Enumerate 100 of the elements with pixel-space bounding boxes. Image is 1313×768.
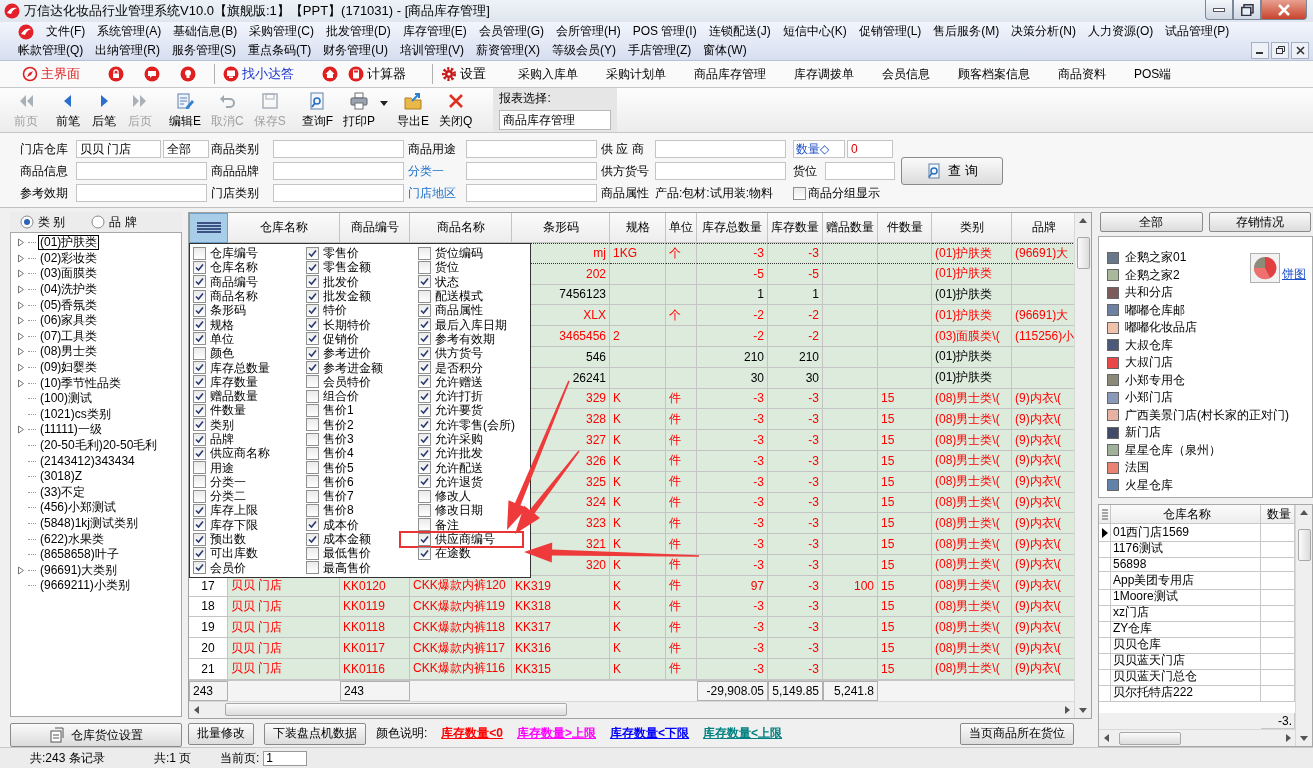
checkbox[interactable] (193, 260, 206, 274)
scroll-thumb[interactable] (225, 703, 567, 717)
tree-item[interactable]: (2143412)343434 (38, 453, 137, 469)
option-label[interactable]: 组合价 (323, 389, 359, 404)
input-field[interactable] (466, 184, 597, 202)
checkbox[interactable] (193, 275, 206, 289)
expand-icon[interactable] (17, 238, 26, 248)
tree-item[interactable]: (1021)cs类别 (38, 406, 113, 422)
option-label[interactable]: 单位 (210, 331, 234, 346)
tree-item[interactable]: (3018)Z (38, 469, 85, 485)
checkbox[interactable] (306, 303, 319, 317)
tree-item[interactable]: (8658658)叶子 (38, 547, 121, 563)
menu-item[interactable]: 库存管理(E) (402, 23, 467, 40)
checkbox[interactable] (306, 246, 319, 260)
checkbox[interactable] (193, 561, 206, 575)
expand-icon[interactable] (17, 331, 26, 341)
option-label[interactable]: 库存下限 (210, 517, 258, 532)
option-label[interactable]: 预出数 (210, 532, 246, 547)
report-select-field[interactable]: 商品库存管理 (499, 110, 612, 130)
expand-icon[interactable] (17, 316, 26, 326)
checkbox[interactable] (418, 375, 431, 389)
table-row[interactable]: 贝尔托特店222 (1099, 684, 1296, 700)
option-label[interactable]: 促销价 (323, 331, 359, 346)
menu-item[interactable]: 财务管理(U) (323, 42, 388, 59)
option-label[interactable]: 备注 (435, 517, 459, 532)
dropdown-caret-icon[interactable] (380, 100, 389, 106)
option-label[interactable]: 库存数量 (210, 374, 258, 389)
toolbar-button[interactable]: 主界面 (38, 65, 98, 83)
scroll-thumb[interactable] (1119, 731, 1181, 745)
input-field[interactable] (655, 162, 786, 180)
tree-item[interactable]: (05)香氛类 (38, 297, 100, 313)
table-row[interactable]: App美团专用店 (1099, 572, 1296, 588)
tree-item[interactable]: (9669211)小类别 (38, 578, 132, 594)
table-row[interactable]: 1Moore测试 (1099, 588, 1296, 604)
toolbar-button[interactable]: 编辑E (164, 90, 206, 130)
checkbox[interactable] (306, 418, 319, 432)
menu-item[interactable]: 促销管理(L) (858, 23, 922, 40)
table-row[interactable]: 贝贝蓝天门店 (1099, 652, 1296, 668)
menu-item[interactable]: 培训管理(V) (400, 42, 464, 59)
action-button[interactable]: 下装盘点机数据 (264, 722, 366, 745)
menu-item[interactable]: 人力资源(O) (1088, 23, 1154, 40)
color-legend-link[interactable]: 库存数量<0 (441, 725, 504, 743)
checkbox[interactable] (418, 446, 431, 460)
toolbar-button[interactable]: 后笔 (86, 90, 122, 130)
checkbox[interactable] (306, 475, 319, 489)
checkbox[interactable] (418, 361, 431, 374)
minimize-button[interactable] (1205, 0, 1233, 20)
checkbox[interactable] (193, 403, 206, 417)
menu-item[interactable]: 采购管理(C) (249, 23, 314, 40)
option-label[interactable]: 零售价 (323, 246, 359, 261)
toolbar-button[interactable]: 关闭Q (434, 90, 478, 130)
input-field[interactable] (466, 162, 597, 180)
shortcut-button[interactable]: 采购计划单 (592, 65, 680, 83)
shortcut-button[interactable]: 采购入库单 (504, 65, 592, 83)
close-button[interactable] (1261, 0, 1307, 20)
option-label[interactable]: 商品属性 (435, 303, 483, 318)
checkbox[interactable] (193, 246, 206, 260)
option-label[interactable]: 货位编码 (435, 246, 483, 261)
checkbox[interactable] (306, 504, 319, 517)
checkbox[interactable] (193, 318, 206, 332)
menu-item[interactable]: 连锁配送(J) (708, 23, 771, 40)
compass-icon[interactable] (22, 66, 38, 82)
checkbox[interactable] (306, 346, 319, 360)
menu-item[interactable]: 帐款管理(Q) (18, 42, 84, 59)
checkbox[interactable] (418, 489, 431, 503)
expand-icon[interactable] (17, 363, 26, 373)
table-row[interactable]: xz门店 (1099, 604, 1296, 620)
tree-item[interactable]: (20-50毛利)20-50毛利 (38, 438, 160, 453)
tree-item[interactable]: (33)不定 (38, 484, 88, 500)
input-field[interactable] (655, 140, 786, 158)
checkbox[interactable] (306, 275, 319, 289)
option-label[interactable]: 仓库编号 (210, 246, 258, 261)
checkbox[interactable] (418, 346, 431, 360)
checkbox[interactable] (418, 504, 431, 517)
option-label[interactable]: 赠品数量 (210, 389, 258, 404)
checkbox[interactable] (306, 446, 319, 460)
expand-icon[interactable] (17, 378, 26, 388)
checkbox[interactable] (193, 418, 206, 432)
option-label[interactable]: 允许打折 (435, 389, 483, 404)
menu-item[interactable]: POS 管理(I) (632, 23, 697, 40)
warehouse-location-button[interactable]: 仓库货位设置 (10, 723, 182, 747)
action-button[interactable]: 批量修改 (188, 722, 254, 745)
tree-item[interactable]: (03)面膜类 (38, 266, 100, 282)
menu-item[interactable]: 决策分析(N) (1011, 23, 1077, 40)
mdi-minimize-button[interactable] (1251, 42, 1269, 59)
toolbar-button[interactable]: 前笔 (50, 90, 86, 130)
menu-item[interactable]: 会所管理(H) (556, 23, 621, 40)
shortcut-button[interactable]: 会员信息 (868, 65, 944, 83)
vertical-scrollbar[interactable] (1074, 213, 1091, 718)
scroll-thumb[interactable] (1076, 237, 1090, 269)
tree-item[interactable]: (04)洗护类 (38, 282, 100, 298)
restore-button[interactable] (1233, 0, 1261, 20)
checkbox[interactable] (193, 446, 206, 460)
shortcut-button[interactable]: 商品资料 (1044, 65, 1120, 83)
quantity-field[interactable]: 0 (847, 140, 893, 158)
quantity-operator-dropdown[interactable]: 数量◇ (793, 140, 845, 158)
menu-item[interactable]: 基础信息(B) (173, 23, 238, 40)
option-label[interactable]: 售价6 (323, 474, 354, 489)
checkbox[interactable] (193, 389, 206, 403)
option-label[interactable]: 允许零售(会所) (435, 417, 515, 432)
